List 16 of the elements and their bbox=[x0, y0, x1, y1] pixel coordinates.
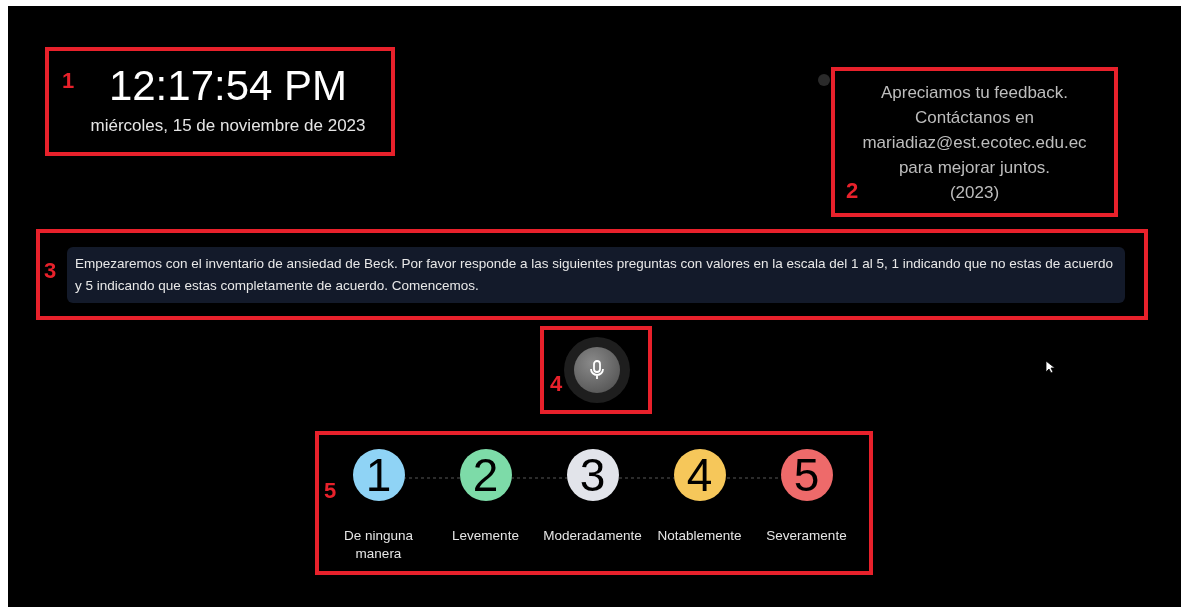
clock-date: miércoles, 15 de noviembre de 2023 bbox=[90, 114, 366, 137]
rating-label: Moderadamente bbox=[542, 527, 643, 545]
feedback-note: Apreciamos tu feedback. Contáctanos en mariadiaz@est.ecotec.edu.ec para mejorar juntos. (2023) bbox=[862, 81, 1087, 204]
annotation-number: 1 bbox=[62, 70, 75, 92]
rating-label: Severamente bbox=[765, 527, 848, 545]
annotation-number: 3 bbox=[44, 260, 57, 282]
rating-label: De ninguna manera bbox=[342, 527, 415, 563]
clock-time: 12:17:54 PM bbox=[108, 64, 348, 107]
rating-label: Levemente bbox=[451, 527, 520, 545]
rating-label: Notablemente bbox=[656, 527, 743, 545]
annotation-number: 5 bbox=[324, 480, 337, 502]
cursor-icon bbox=[1045, 360, 1055, 374]
annotation-number: 4 bbox=[550, 373, 563, 395]
message-bubble: Empezaremos con el inventario de ansiedad de Beck. Por favor responde a las siguientes preguntas con valores en la escala del 1 al 5, 1 indicando que no estas de acuerdo y 5 indicando que estas completamente de acuerdo. Comencemos. bbox=[67, 246, 1125, 303]
microphone-icon bbox=[589, 360, 605, 380]
annotation-number: 2 bbox=[846, 180, 859, 202]
